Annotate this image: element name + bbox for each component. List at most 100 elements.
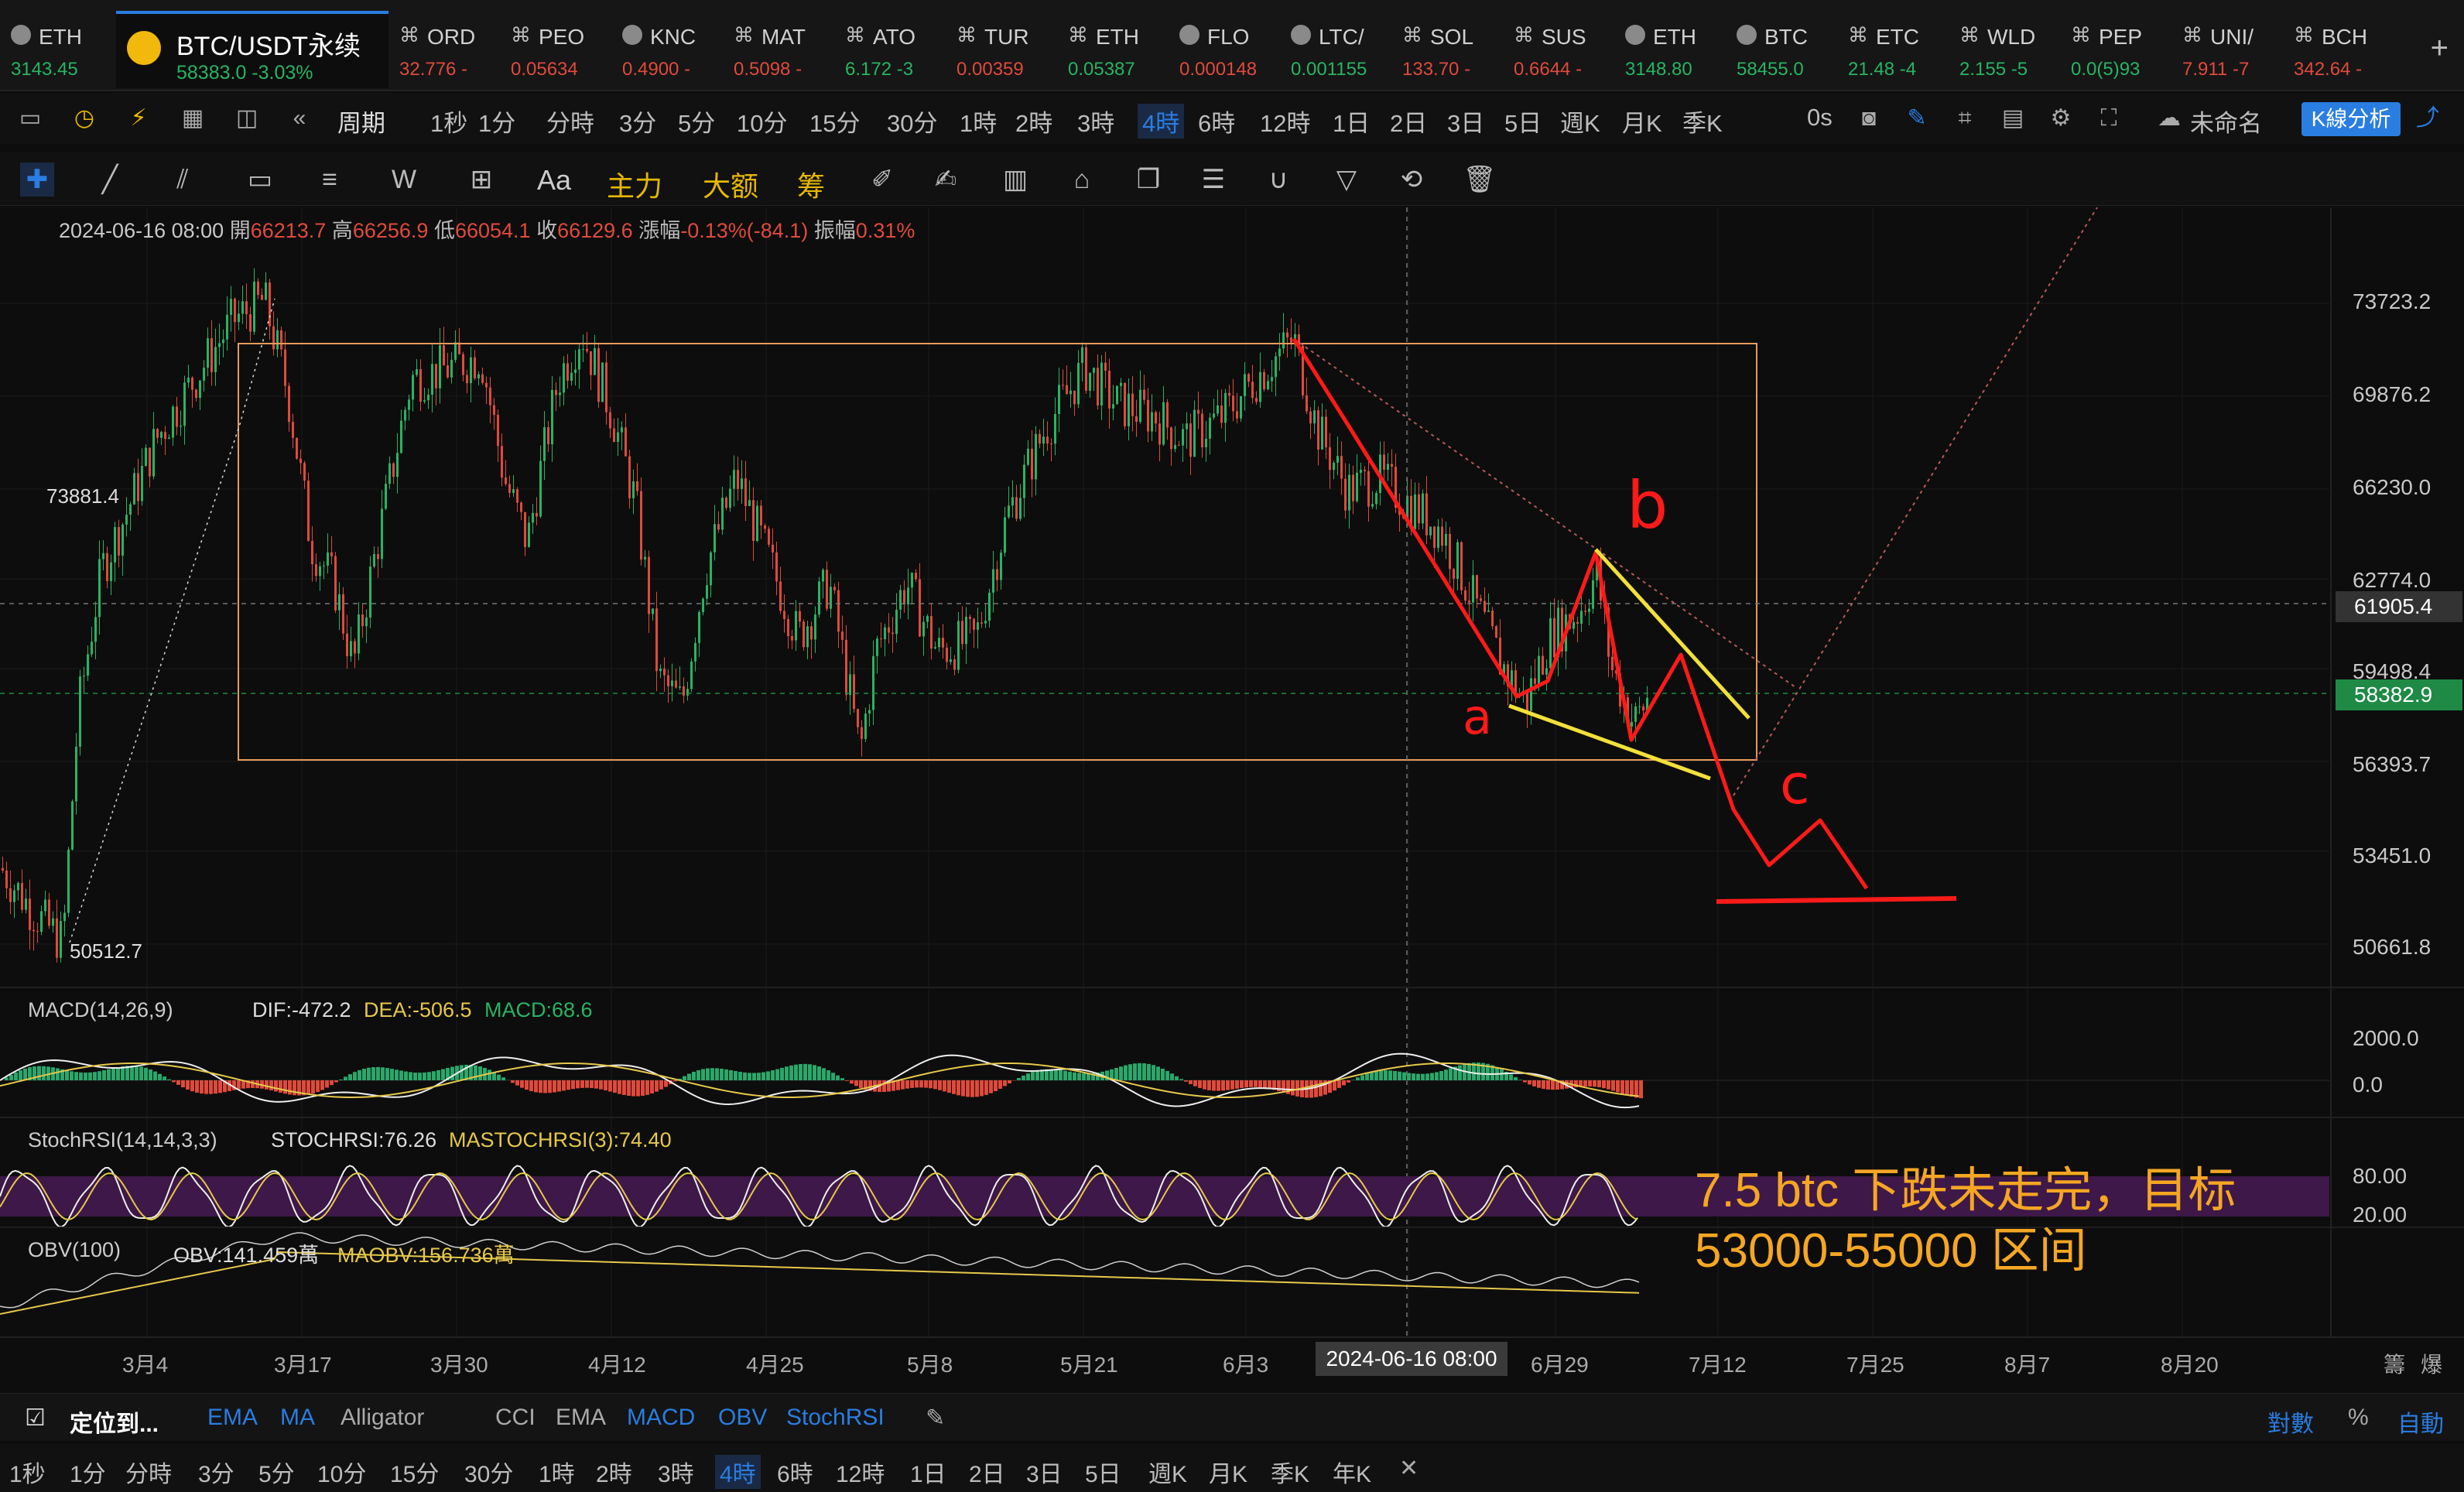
period-option[interactable]: 週K bbox=[1560, 104, 1600, 139]
timeframe-option[interactable]: 3時 bbox=[658, 1455, 694, 1489]
candles-icon[interactable]: ▥ bbox=[998, 163, 1032, 197]
period-option[interactable]: 15分 bbox=[809, 104, 860, 139]
share-icon[interactable]: ⤴ bbox=[2414, 105, 2441, 132]
template-icon[interactable]: ▤ bbox=[2000, 105, 2026, 132]
fullscreen-icon[interactable]: ⛶ bbox=[2096, 105, 2122, 132]
timeframe-option[interactable]: 年K bbox=[1333, 1455, 1371, 1489]
ticker-tab[interactable]: ⌘ ETC 21.48 -4 bbox=[1837, 14, 1949, 84]
indicator-toggle[interactable]: EMA bbox=[207, 1405, 258, 1431]
calendar-icon[interactable]: ▦ bbox=[180, 105, 206, 132]
ticker-tab[interactable]: LTC/0.001155 bbox=[1280, 14, 1392, 84]
period-option[interactable]: 3分 bbox=[619, 104, 656, 139]
log-scale-toggle[interactable]: 對數 bbox=[2267, 1405, 2314, 1439]
period-option[interactable]: 4時 bbox=[1138, 104, 1185, 139]
layout-name-dropdown[interactable]: 未命名 bbox=[2190, 104, 2262, 139]
ticker-tab[interactable]: ⌘ WLD 2.155 -5 bbox=[1949, 14, 2061, 84]
period-option[interactable]: 30分 bbox=[887, 104, 937, 139]
main-force-tool[interactable]: 主力 bbox=[607, 164, 662, 204]
ticker-tab[interactable]: ⌘ UNI/7.911 -7 bbox=[2171, 14, 2284, 84]
period-option[interactable]: 3日 bbox=[1447, 104, 1484, 139]
timeframe-option[interactable]: 5日 bbox=[1085, 1455, 1121, 1489]
timeframe-option[interactable]: 30分 bbox=[464, 1455, 513, 1489]
parallel-lines-icon[interactable]: ≡ bbox=[313, 163, 347, 197]
copy-icon[interactable]: ❐ bbox=[1131, 163, 1165, 197]
kline-analysis-button[interactable]: K線分析 bbox=[2301, 102, 2401, 136]
lock-icon[interactable]: ⌂ bbox=[1065, 163, 1099, 197]
settings-icon[interactable]: ⚙ bbox=[2048, 105, 2074, 132]
fit-toggle[interactable]: 爆 bbox=[2421, 1348, 2442, 1379]
measure-tool-icon[interactable]: ⊞ bbox=[464, 163, 498, 197]
ticker-tab[interactable]: KNC 0.4900 - bbox=[611, 14, 724, 84]
trendline-tool-icon[interactable]: ╱ bbox=[93, 163, 127, 197]
sync-icon[interactable]: ⟲ bbox=[1395, 163, 1429, 197]
period-option[interactable]: 2日 bbox=[1390, 104, 1427, 139]
layout-icon[interactable]: ◫ bbox=[234, 105, 260, 132]
ticker-tab[interactable]: ⌘ TUR 0.00359 bbox=[946, 14, 1058, 84]
indicator-toggle[interactable]: CCI bbox=[495, 1405, 536, 1431]
ticker-tab[interactable]: FLO 0.000148 bbox=[1169, 14, 1281, 84]
period-option[interactable]: 分時 bbox=[546, 104, 594, 139]
chip-tool[interactable]: 筹 bbox=[797, 164, 825, 204]
add-tab-icon[interactable]: + bbox=[2431, 31, 2449, 66]
ticker-tab[interactable]: ETH 3143.45 bbox=[0, 14, 112, 84]
timeframe-option[interactable]: 1日 bbox=[910, 1455, 946, 1489]
camera-icon[interactable]: ◙ bbox=[1856, 105, 1882, 132]
ticker-tab[interactable]: ⌘ PEP 0.0(5)93 bbox=[2060, 14, 2172, 84]
close-timeframe-icon[interactable]: ✕ bbox=[1399, 1455, 1419, 1482]
period-option[interactable]: 5分 bbox=[678, 104, 715, 139]
timeframe-option[interactable]: 2時 bbox=[596, 1455, 632, 1489]
rectangle-tool-icon[interactable]: ▭ bbox=[243, 163, 277, 197]
period-option[interactable]: 1日 bbox=[1333, 104, 1370, 139]
period-option[interactable]: 季K bbox=[1682, 104, 1723, 139]
period-option[interactable]: 2時 bbox=[1015, 104, 1052, 139]
crosshair-tool-icon[interactable]: ✚ bbox=[20, 163, 54, 197]
indicator-toggle[interactable]: OBV bbox=[718, 1405, 767, 1431]
timeframe-option[interactable]: 1時 bbox=[539, 1455, 575, 1489]
ticker-tab[interactable]: ⌘ MAT 0.5098 - bbox=[723, 14, 835, 84]
locate-icon[interactable]: ☑ bbox=[25, 1405, 46, 1432]
magnet-icon[interactable]: ∪ bbox=[1261, 163, 1295, 197]
brush-icon[interactable]: ✍ bbox=[929, 163, 963, 197]
locate-button[interactable]: 定位到... bbox=[70, 1405, 159, 1439]
period-dropdown[interactable]: 周期 bbox=[337, 104, 385, 139]
fib-tool-icon[interactable]: ⫽ bbox=[166, 163, 200, 197]
ticker-tab[interactable]: ⌘ ATO 6.172 -3 bbox=[834, 14, 946, 84]
period-option[interactable]: 3時 bbox=[1077, 104, 1114, 139]
period-option[interactable]: 1秒 bbox=[430, 104, 467, 139]
ticker-tab[interactable]: ⌘ ORD 32.776 - bbox=[388, 14, 501, 84]
period-option[interactable]: 10分 bbox=[737, 104, 787, 139]
indicator-toggle[interactable]: Alligator bbox=[341, 1405, 424, 1431]
ticker-tab[interactable]: ⌘ SOL 133.70 - bbox=[1391, 14, 1504, 84]
period-option[interactable]: 1分 bbox=[478, 104, 515, 139]
percent-scale-toggle[interactable]: % bbox=[2348, 1405, 2369, 1431]
rewind-icon[interactable]: « bbox=[286, 105, 313, 132]
ticker-tab[interactable]: ⌘ ETH 0.05387 bbox=[1057, 14, 1169, 84]
indicator-toggle[interactable]: EMA bbox=[556, 1405, 606, 1431]
indicator-toggle[interactable]: MACD bbox=[627, 1405, 695, 1431]
timeframe-option[interactable]: 3日 bbox=[1026, 1455, 1063, 1489]
period-option[interactable]: 1時 bbox=[960, 104, 997, 139]
timeframe-option[interactable]: 月K bbox=[1209, 1455, 1247, 1489]
timeframe-option[interactable]: 5分 bbox=[258, 1455, 295, 1489]
clock-icon[interactable]: ◷ bbox=[71, 105, 98, 132]
indicator-toggle[interactable]: MA bbox=[280, 1405, 315, 1431]
timeframe-option[interactable]: 週K bbox=[1148, 1455, 1187, 1489]
bolt-icon[interactable]: ⚡ bbox=[125, 105, 152, 132]
pen-icon[interactable]: ✎ bbox=[1904, 105, 1930, 132]
timeframe-option[interactable]: 1秒 bbox=[9, 1455, 46, 1489]
price-chart[interactable]: a b c 2024-06-16 08:00 開66213.7 高66256.9 低… bbox=[0, 207, 2464, 1388]
period-option[interactable]: 5日 bbox=[1504, 104, 1542, 139]
ticker-tab[interactable]: ⌘ SUS 0.6644 - bbox=[1503, 14, 1615, 84]
chip-distribution-toggle[interactable]: 籌 bbox=[2384, 1348, 2405, 1379]
timeframe-option[interactable]: 4時 bbox=[715, 1455, 761, 1489]
period-option[interactable]: 6時 bbox=[1198, 104, 1235, 139]
period-option[interactable]: 月K bbox=[1622, 104, 1662, 139]
big-order-tool[interactable]: 大额 bbox=[703, 164, 758, 204]
timeframe-option[interactable]: 3分 bbox=[198, 1455, 234, 1489]
active-tab-btc-usdt[interactable]: BTC/USDT永续 58383.0 -3.03% bbox=[116, 11, 388, 88]
timeframe-option[interactable]: 6時 bbox=[777, 1455, 813, 1489]
wave-tool-icon[interactable]: W bbox=[387, 163, 421, 197]
chart-type-icon[interactable]: ▭ bbox=[17, 105, 43, 132]
ticker-tab[interactable]: ETH 3148.80 bbox=[1614, 14, 1727, 84]
timeframe-option[interactable]: 1分 bbox=[70, 1455, 106, 1489]
